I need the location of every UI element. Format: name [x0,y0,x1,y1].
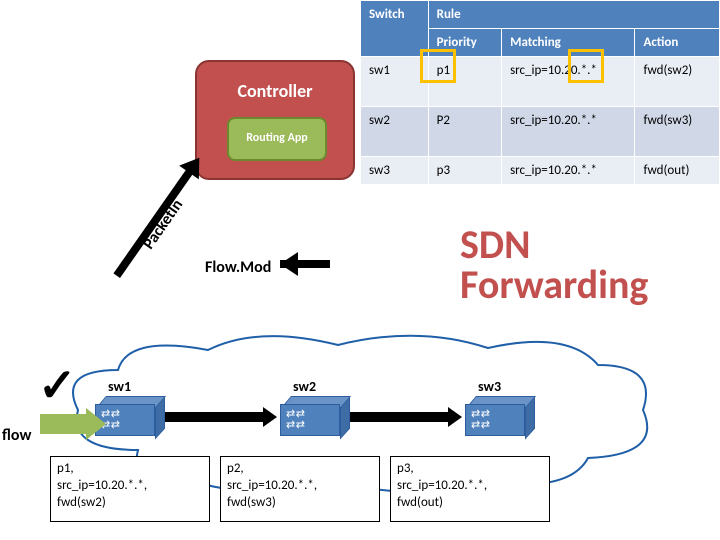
col-switch: Switch [361,1,429,57]
col-rule: Rule [428,1,719,29]
flow-arrow-1-icon [165,412,265,422]
table-row: sw1 p1 src_ip=10.20.*.* fwd(sw2) [361,57,720,107]
checkmark-icon: ✓ [38,358,77,414]
flow-arrow-2-icon [350,412,450,422]
rulebox-sw2: p2, src_ip=10.20.*.*, fwd(sw3) [220,456,380,522]
cell-matching: src_ip=10.20.*.* [502,57,635,107]
controller: Controller Routing App [195,60,355,180]
cell-action: fwd(sw2) [635,57,720,107]
switch-sw2-icon: ⇄ ⇄⇄ ⇄ [280,396,340,436]
col-action: Action [635,29,720,57]
switch-label-sw1: sw1 [108,378,131,395]
flow-entry-arrow-icon [40,414,88,434]
cell-matching: src_ip=10.20.*.* [502,157,635,185]
rulebox-sw1: p1, src_ip=10.20.*.*, fwd(sw2) [50,456,210,522]
flowmod-arrow-icon [280,252,350,276]
flowmod-label: Flow.Mod [205,258,271,277]
rule-table: Switch Rule Priority Matching Action sw1… [360,0,720,185]
flow-label: flow [2,426,31,445]
switch-label-sw3: sw3 [478,378,501,395]
cell-priority: p3 [428,157,501,185]
cell-action: fwd(sw3) [635,107,720,157]
col-matching: Matching [502,29,635,57]
cell-matching: src_ip=10.20.*.* [502,107,635,157]
controller-label: Controller [197,80,353,102]
cell-switch: sw3 [361,157,429,185]
cell-priority: p1 [428,57,501,107]
table-row: sw3 p3 src_ip=10.20.*.* fwd(out) [361,157,720,185]
sdn-title: SDN Forwarding [460,225,720,305]
col-priority: Priority [428,29,501,57]
cell-switch: sw2 [361,107,429,157]
cell-priority: P2 [428,107,501,157]
routing-app: Routing App [227,117,327,161]
switch-label-sw2: sw2 [293,378,316,395]
cell-switch: sw1 [361,57,429,107]
switch-sw3-icon: ⇄ ⇄⇄ ⇄ [465,396,525,436]
rulebox-sw3: p3, src_ip=10.20.*.*, fwd(out) [390,456,550,522]
table-row: sw2 P2 src_ip=10.20.*.* fwd(sw3) [361,107,720,157]
cell-action: fwd(out) [635,157,720,185]
